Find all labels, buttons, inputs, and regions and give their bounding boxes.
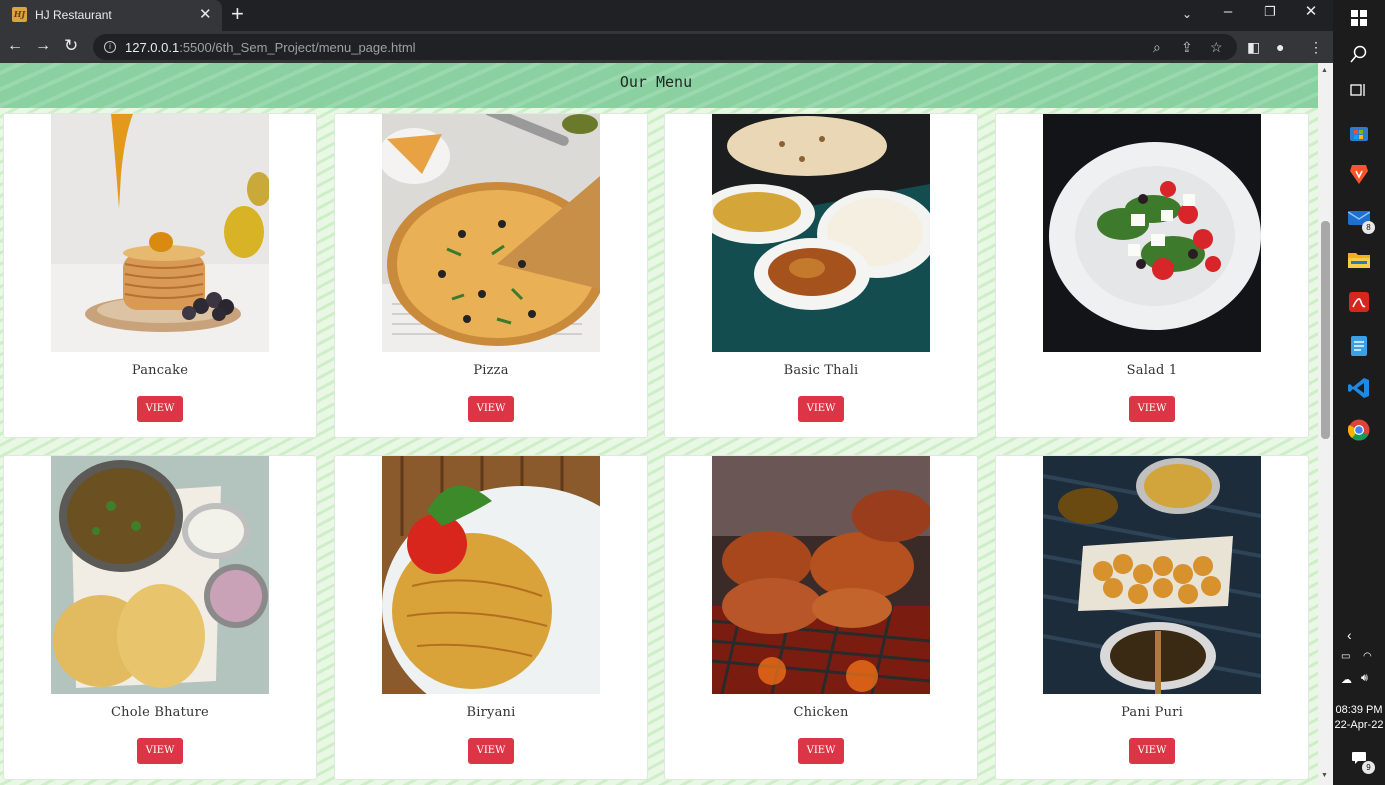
address-bar[interactable]: i 127.0.0.1:5500/6th_Sem_Project/menu_pa… — [93, 34, 1237, 60]
menu-item-name: Salad 1 — [1126, 363, 1178, 378]
menu-card-salad-1: Salad 1 VIEW — [995, 113, 1309, 438]
view-salad-1-button[interactable]: VIEW — [1129, 396, 1175, 422]
salad-photo — [1043, 114, 1261, 352]
restore-icon[interactable]: ❐ — [1260, 3, 1280, 21]
view-pani-puri-button[interactable]: VIEW — [1129, 738, 1175, 764]
biryani-photo — [382, 456, 600, 694]
view-pizza-button[interactable]: VIEW — [468, 396, 514, 422]
notification-center-icon[interactable]: 9 — [1347, 746, 1375, 774]
windows-start-icon[interactable] — [1347, 6, 1371, 30]
browser-tab[interactable]: HJ HJ Restaurant ✕ — [0, 0, 222, 31]
chrome-icon[interactable] — [1347, 418, 1371, 442]
forward-arrow-icon[interactable]: → — [35, 36, 51, 56]
mail-badge: 8 — [1362, 221, 1375, 234]
brave-icon[interactable] — [1347, 162, 1371, 186]
page-title: Our Menu — [619, 73, 693, 91]
pizza-photo — [382, 114, 600, 352]
browser-toolbar: ← → ↻ i 127.0.0.1:5500/6th_Sem_Project/m… — [0, 31, 1333, 63]
file-explorer-icon[interactable] — [1347, 248, 1371, 272]
url-path: :5500/6th_Sem_Project/menu_page.html — [179, 40, 416, 55]
scroll-thumb[interactable] — [1321, 221, 1330, 439]
pancake-photo — [51, 114, 269, 352]
scroll-down-arrow-icon[interactable]: ▼ — [1321, 772, 1328, 779]
bookmark-star-icon[interactable]: ☆ — [1210, 38, 1223, 56]
tab-title: HJ Restaurant — [35, 8, 112, 22]
menu-item-name: Chicken — [793, 705, 849, 720]
search-icon[interactable] — [1347, 42, 1371, 66]
close-window-icon[interactable]: ✕ — [1301, 3, 1321, 21]
menu-card-chole-bhature: Chole Bhature VIEW — [3, 455, 317, 780]
menu-item-name: Pani Puri — [1121, 705, 1183, 720]
view-pancake-button[interactable]: VIEW — [137, 396, 183, 422]
vscode-icon[interactable] — [1347, 376, 1371, 400]
menu-card-basic-thali: Basic Thali VIEW — [664, 113, 978, 438]
task-view-icon[interactable] — [1347, 78, 1371, 102]
menu-item-name: Pizza — [473, 363, 509, 378]
minimize-icon[interactable]: – — [1218, 3, 1238, 21]
tab-search-chevron-down-icon[interactable]: ⌄ — [1177, 5, 1197, 23]
menu-header: Our Menu — [0, 63, 1318, 108]
battery-icon[interactable]: ▭ — [1341, 651, 1350, 662]
url-host: 127.0.0.1 — [125, 40, 180, 55]
browser-menu-icon[interactable]: ⋮ — [1309, 37, 1323, 57]
notification-badge: 9 — [1362, 761, 1375, 774]
profile-avatar-icon[interactable]: ● — [1276, 37, 1284, 57]
scroll-up-arrow-icon[interactable]: ▲ — [1321, 67, 1328, 74]
wifi-icon[interactable]: ◠ — [1363, 651, 1372, 662]
chole-bhature-photo — [51, 456, 269, 694]
browser-window: HJ HJ Restaurant ✕ + ⌄ – ❐ ✕ ← → ↻ i 127… — [0, 0, 1333, 785]
taskbar-time[interactable]: 08:39 PM — [1333, 704, 1385, 716]
pani-puri-photo — [1043, 456, 1261, 694]
share-icon[interactable]: ⇪ — [1181, 38, 1193, 56]
store-icon[interactable] — [1347, 120, 1371, 144]
menu-card-pani-puri: Pani Puri VIEW — [995, 455, 1309, 780]
page-viewport: Our Menu Pancake VIEW Pizza VIEW Basic T… — [0, 63, 1318, 785]
close-tab-icon[interactable]: ✕ — [199, 5, 212, 25]
volume-icon[interactable]: 🔊︎ — [1361, 672, 1368, 685]
tab-strip: HJ HJ Restaurant ✕ + ⌄ – ❐ ✕ — [0, 0, 1333, 31]
view-chicken-button[interactable]: VIEW — [798, 738, 844, 764]
new-tab-button[interactable]: + — [231, 3, 244, 25]
view-biryani-button[interactable]: VIEW — [468, 738, 514, 764]
view-chole-bhature-button[interactable]: VIEW — [137, 738, 183, 764]
menu-item-name: Pancake — [131, 363, 189, 378]
onedrive-cloud-icon[interactable]: ☁ — [1341, 673, 1352, 686]
page-scrollbar[interactable]: ▲ ▼ — [1318, 63, 1333, 785]
view-basic-thali-button[interactable]: VIEW — [798, 396, 844, 422]
menu-card-biryani: Biryani VIEW — [334, 455, 648, 780]
menu-item-name: Basic Thali — [783, 363, 859, 378]
mail-icon[interactable]: 8 — [1347, 206, 1375, 234]
show-hidden-icons-chevron-icon[interactable]: ‹ — [1347, 627, 1352, 643]
menu-item-name: Biryani — [466, 705, 516, 720]
notepad-icon[interactable] — [1347, 334, 1371, 358]
site-info-icon[interactable]: i — [104, 41, 116, 53]
taskbar-date[interactable]: 22-Apr-22 — [1333, 719, 1385, 731]
zoom-icon[interactable]: ⌕ — [1153, 38, 1161, 56]
menu-card-pizza: Pizza VIEW — [334, 113, 648, 438]
side-panel-icon[interactable]: ◧ — [1247, 37, 1260, 57]
thali-photo — [712, 114, 930, 352]
chicken-photo — [712, 456, 930, 694]
menu-card-chicken: Chicken VIEW — [664, 455, 978, 780]
menu-card-pancake: Pancake VIEW — [3, 113, 317, 438]
reload-icon[interactable]: ↻ — [64, 36, 78, 56]
back-arrow-icon[interactable]: ← — [7, 36, 23, 56]
menu-item-name: Chole Bhature — [111, 705, 209, 720]
acrobat-icon[interactable] — [1347, 290, 1371, 314]
restaurant-favicon-icon: HJ — [12, 7, 27, 22]
windows-taskbar: 8 ‹ ▭ ◠ ☁ 🔊︎ 08:39 PM 22-Apr-22 9 — [1333, 0, 1385, 785]
url-text[interactable]: 127.0.0.1:5500/6th_Sem_Project/menu_page… — [125, 40, 416, 55]
